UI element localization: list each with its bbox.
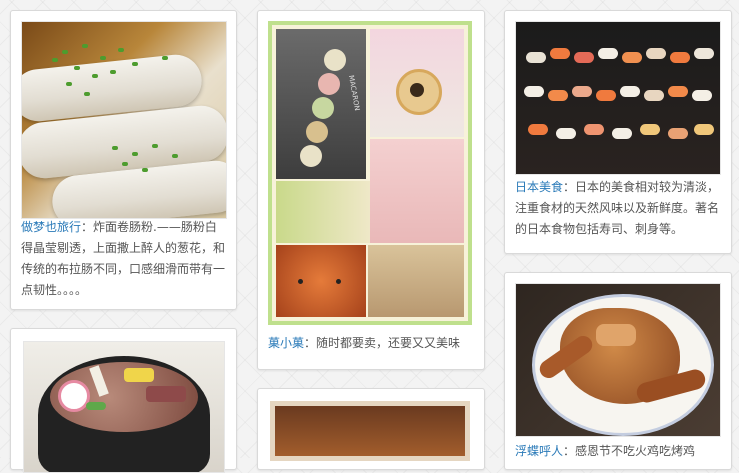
macaron-box-label: MACARON [346,74,362,112]
roast-chicken-caption: 浮蝶呼人：感恩节不吃火鸡吃烤鸡 [515,444,696,458]
dessert-photo[interactable] [270,401,470,461]
macaron-collage-photo[interactable]: MACARON [268,21,472,325]
author-link-rice-roll[interactable]: 做梦也旅行 [21,220,81,234]
caption-text: 随时都要卖，还要又又美味 [316,336,461,350]
author-link-macaron[interactable]: 菓小菓 [268,336,304,350]
author-link-roast-chicken[interactable]: 浮蝶呼人 [515,444,563,458]
pin-card-rice-roll[interactable]: 做梦也旅行：炸面卷肠粉.——肠粉白得晶莹剔透，上面撒上醉人的葱花，和传统的布拉肠… [10,10,237,310]
rice-roll-caption: 做梦也旅行：炸面卷肠粉.——肠粉白得晶莹剔透，上面撒上醉人的葱花，和传统的布拉肠… [21,220,226,297]
caption-text: 感恩节不吃火鸡吃烤鸡 [575,444,696,458]
pin-card-hotpot[interactable] [10,328,237,473]
hotpot-photo[interactable] [23,341,225,473]
pin-card-roast-chicken[interactable]: 浮蝶呼人：感恩节不吃火鸡吃烤鸡 [504,272,732,470]
author-link-sushi[interactable]: 日本美食 [515,180,563,194]
roast-chicken-photo[interactable] [515,283,721,437]
pin-card-macaron[interactable]: MACARON 菓小菓：随时都要卖，还要又又美味 [257,10,485,370]
macaron-caption: 菓小菓：随时都要卖，还要又又美味 [268,336,461,350]
sushi-photo[interactable] [515,21,721,175]
sushi-caption: 日本美食：日本的美食相对较为清淡，注重食材的天然风味以及新鲜度。著名的日本食物包… [515,180,720,236]
pin-card-sushi[interactable]: 日本美食：日本的美食相对较为清淡，注重食材的天然风味以及新鲜度。著名的日本食物包… [504,10,732,254]
rice-roll-photo[interactable] [21,21,227,219]
